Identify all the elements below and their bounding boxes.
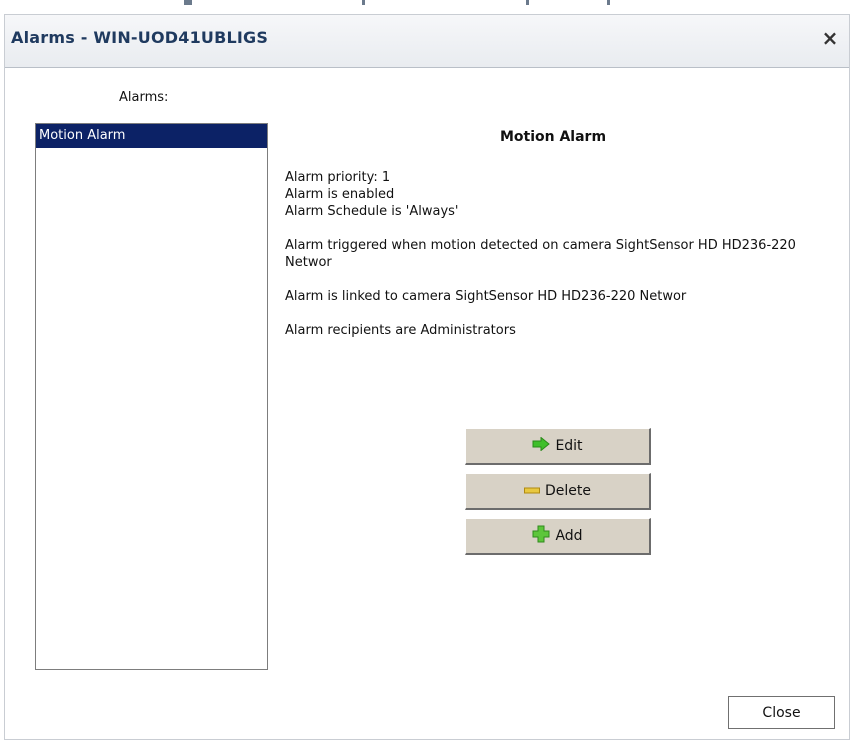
edit-button-label: Edit: [555, 438, 583, 454]
alarm-enabled-text: Alarm is enabled: [285, 187, 395, 202]
edit-button[interactable]: Edit: [465, 428, 651, 465]
alarm-linked-camera-text: Alarm is linked to camera SightSensor HD…: [285, 289, 687, 304]
add-button[interactable]: Add: [465, 518, 651, 555]
alarm-schedule-text: Alarm Schedule is 'Always': [285, 204, 459, 219]
background-fragment: [184, 0, 192, 5]
delete-button[interactable]: Delete: [465, 473, 651, 510]
alarm-detail-title: Motion Alarm: [499, 129, 607, 145]
alarm-priority-text: Alarm priority: 1: [285, 170, 391, 185]
window-title: Alarms - WIN-UOD41UBLIGS: [11, 28, 269, 47]
alarms-dialog: Alarms - WIN-UOD41UBLIGS × Alarms: Motio…: [4, 14, 850, 740]
background-fragment: [526, 0, 529, 5]
green-arrow-icon: [532, 436, 551, 455]
alarm-recipients-text: Alarm recipients are Administrators: [285, 323, 516, 338]
close-icon[interactable]: ×: [820, 27, 840, 49]
background-window-strip: [0, 0, 853, 14]
alarm-details: Alarm priority: 1 Alarm is enabled Alarm…: [285, 169, 825, 339]
background-fragment: [362, 0, 365, 5]
list-item-motion-alarm[interactable]: Motion Alarm: [36, 124, 267, 148]
title-bar: Alarms - WIN-UOD41UBLIGS ×: [5, 15, 849, 68]
alarm-trigger-text: Alarm triggered when motion detected on …: [285, 238, 796, 270]
delete-button-label: Delete: [545, 483, 591, 499]
alarms-list-label: Alarms:: [119, 90, 169, 105]
alarms-listbox[interactable]: Motion Alarm: [35, 123, 268, 670]
plus-icon: [532, 525, 550, 547]
minus-icon: [524, 483, 540, 499]
close-button[interactable]: Close: [728, 696, 835, 729]
background-fragment: [607, 0, 610, 5]
add-button-label: Add: [555, 528, 583, 544]
